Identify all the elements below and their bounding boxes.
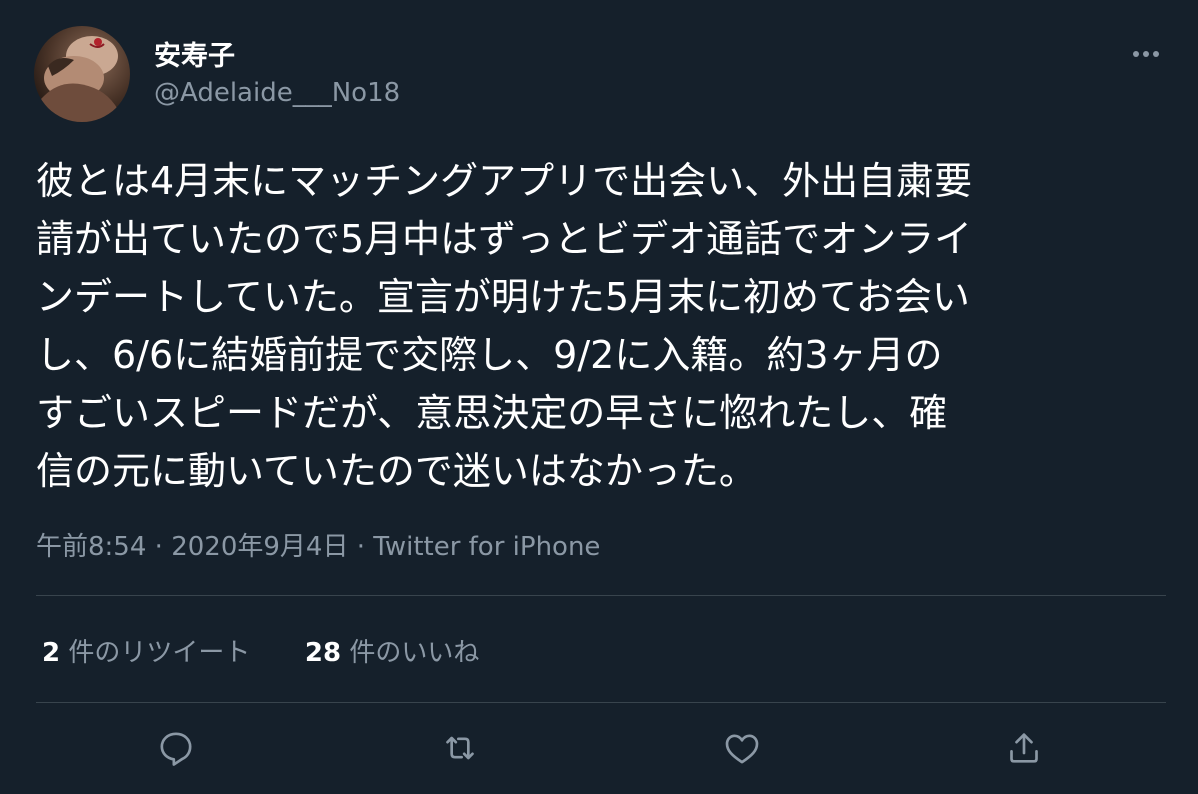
likes-stat[interactable]: 28 件のいいね <box>305 632 479 669</box>
retweets-count: 2 <box>42 638 61 668</box>
tweet-text-line: すごいスピードだが、意思決定の早さに惚れたし、確 <box>36 391 948 435</box>
meta-separator: · <box>154 532 163 562</box>
tweet-date[interactable]: 2020年9月4日 <box>171 532 348 562</box>
avatar-photo-icon <box>34 26 130 122</box>
tweet-time[interactable]: 午前8:54 <box>36 532 146 562</box>
share-icon <box>1010 733 1038 763</box>
reply-icon <box>160 732 192 766</box>
more-icon <box>1133 51 1159 57</box>
more-options-button[interactable] <box>1124 36 1168 72</box>
tweet-text-line: 信の元に動いていたので迷いはなかった。 <box>36 449 757 493</box>
like-button[interactable] <box>720 726 764 770</box>
likes-label: 件のいいね <box>349 638 480 668</box>
tweet-text-line: ンデートしていた。宣言が明けた5月末に初めてお会い <box>36 275 970 319</box>
tweet-text-line: し、6/6に結婚前提で交際し、9/2に入籍。約3ヶ月の <box>36 333 943 377</box>
divider <box>36 595 1166 596</box>
share-button[interactable] <box>1002 726 1046 770</box>
retweet-icon <box>446 736 474 760</box>
reply-button[interactable] <box>154 726 198 770</box>
retweets-stat[interactable]: 2 件のリツイート <box>42 632 250 669</box>
likes-count: 28 <box>304 638 342 668</box>
tweet-text: 彼とは4月末にマッチングアプリで出会い、外出自粛要 請が出ていたので5月中はずっ… <box>36 152 1176 500</box>
engagement-stats: 2 件のリツイート 28 件のいいね <box>42 632 479 669</box>
divider <box>36 702 1166 703</box>
retweet-button[interactable] <box>438 726 482 770</box>
user-handle[interactable]: @Adelaide___No18 <box>154 78 400 108</box>
tweet-text-line: 請が出ていたので5月中はずっとビデオ通話でオンライ <box>36 217 973 261</box>
like-icon <box>725 734 759 764</box>
tweet-text-line: 彼とは4月末にマッチングアプリで出会い、外出自粛要 <box>36 159 973 203</box>
tweet-source-link[interactable]: Twitter for iPhone <box>373 532 600 562</box>
avatar[interactable] <box>34 26 130 122</box>
meta-separator: · <box>356 532 365 562</box>
display-name[interactable]: 安寿子 <box>154 34 235 73</box>
tweet-metadata: 午前8:54 · 2020年9月4日 · Twitter for iPhone <box>36 526 600 563</box>
retweets-label: 件のリツイート <box>68 638 251 668</box>
